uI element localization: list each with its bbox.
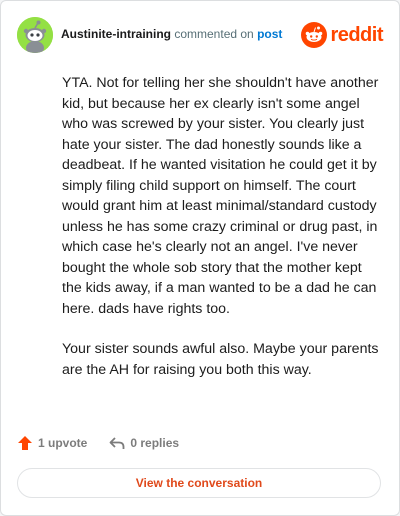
snoo-avatar-icon[interactable] [17,17,53,53]
author-link[interactable]: Austinite-intraining [61,27,171,41]
upvote-arrow-icon [18,436,32,450]
comment-body: YTA. Not for telling her she shouldn't h… [62,73,382,400]
action-text: commented on [174,27,254,41]
comment-actions: 1 upvote 0 replies [17,433,179,453]
post-link[interactable]: post [257,27,282,41]
reddit-wordmark: reddit [330,24,383,46]
comment-header: Austinite-intraining commented on post r… [17,17,383,53]
comment-paragraph: YTA. Not for telling her she shouldn't h… [62,75,379,317]
comment-byline: Austinite-intraining commented on post [61,27,282,41]
reply-arrow-icon [109,437,125,449]
reply-button[interactable]: 0 replies [109,435,179,451]
comment-paragraph: Your sister sounds awful also. Maybe you… [62,341,379,378]
upvote-count: 1 upvote [38,436,88,450]
reply-count: 0 replies [130,436,180,450]
reddit-logo-icon [301,22,328,48]
reddit-logo[interactable]: reddit [301,21,383,49]
comment-card: Austinite-intraining commented on post r… [0,0,400,516]
view-conversation-button[interactable]: View the conversation [17,468,381,498]
upvote-button[interactable]: 1 upvote [17,435,87,451]
